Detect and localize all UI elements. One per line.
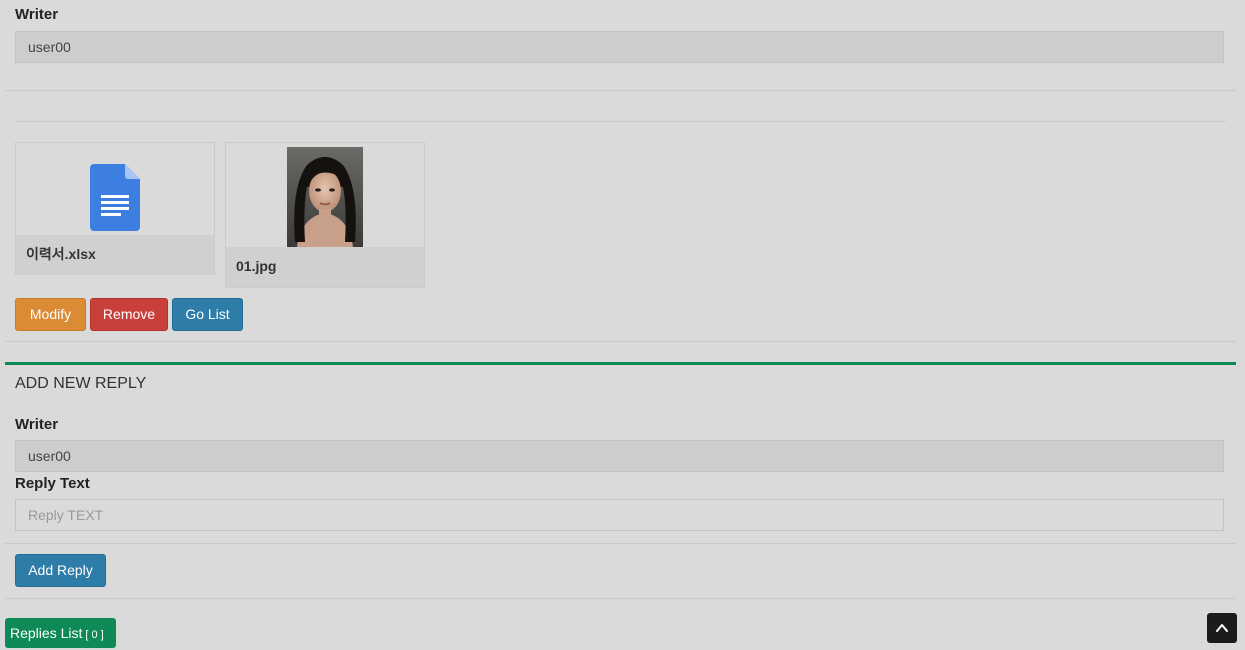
go-list-button[interactable]: Go List — [172, 298, 243, 331]
divider — [5, 341, 1236, 342]
divider — [15, 121, 1226, 122]
attachment-card[interactable]: 01.jpg — [225, 142, 425, 288]
divider — [5, 543, 1236, 544]
replies-list-toggle[interactable]: Replies List[ 0 ] — [5, 618, 116, 648]
reply-section-border — [5, 362, 1236, 365]
reply-section-title: ADD NEW REPLY — [15, 375, 147, 392]
attachment-name: 이력서.xlsx — [16, 235, 214, 275]
divider — [5, 598, 1236, 599]
divider — [5, 90, 1236, 91]
remove-button[interactable]: Remove — [90, 298, 168, 331]
reply-text-label: Reply Text — [15, 475, 90, 492]
attachment-thumbnail — [16, 143, 214, 235]
replies-list-label: Replies List — [10, 625, 83, 641]
scroll-to-top-button[interactable] — [1207, 613, 1237, 643]
modify-button[interactable]: Modify — [15, 298, 86, 331]
post-writer-field[interactable] — [15, 31, 1224, 63]
attachment-card[interactable]: 이력서.xlsx — [15, 142, 215, 275]
attachment-thumbnail — [226, 143, 424, 247]
chevron-up-icon — [1216, 624, 1228, 632]
reply-text-input[interactable] — [15, 499, 1224, 531]
document-file-icon — [90, 164, 140, 231]
attachment-name: 01.jpg — [226, 247, 424, 287]
add-reply-button[interactable]: Add Reply — [15, 554, 106, 587]
reply-writer-field[interactable] — [15, 440, 1224, 472]
portrait-photo — [287, 147, 363, 247]
reply-writer-label: Writer — [15, 416, 59, 433]
post-writer-label: Writer — [15, 6, 59, 23]
replies-count: [ 0 ] — [85, 629, 104, 641]
